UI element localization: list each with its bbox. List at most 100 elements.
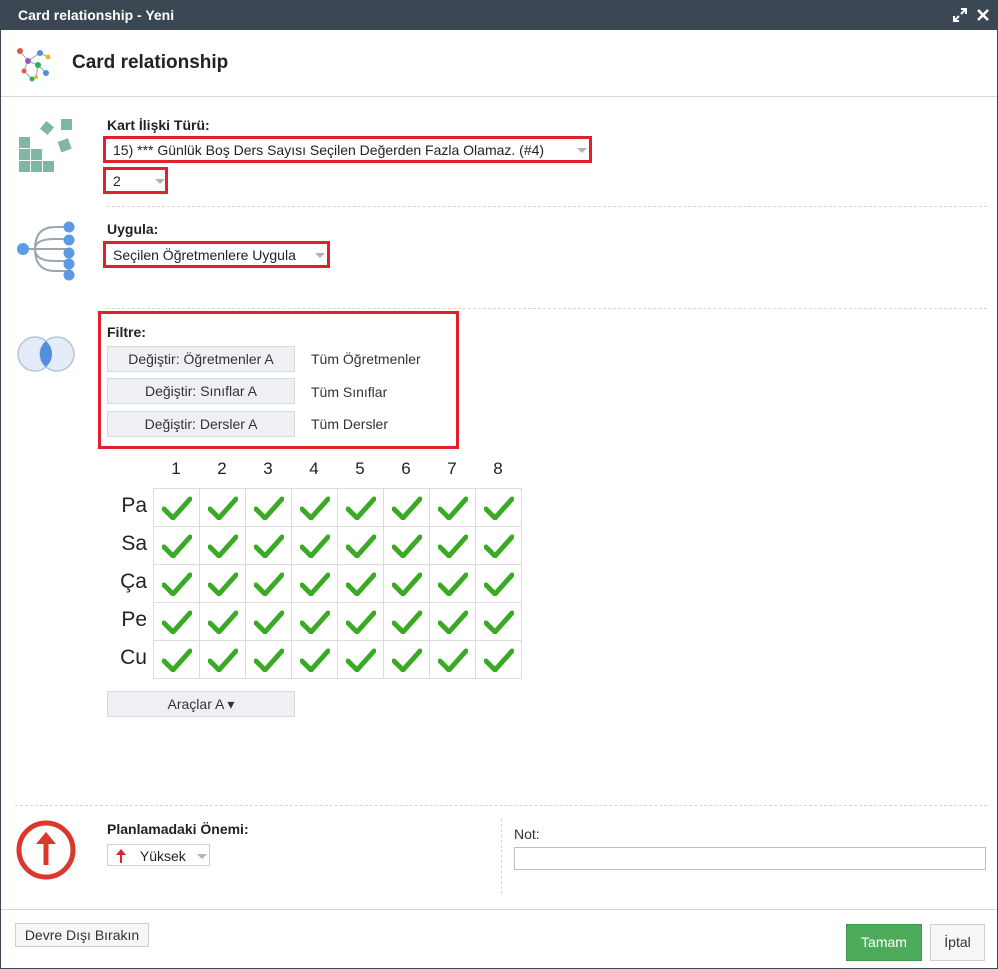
- grid-cell[interactable]: [337, 488, 384, 527]
- maximize-icon[interactable]: [951, 5, 969, 25]
- grid-cell[interactable]: [199, 640, 246, 679]
- check-icon: [253, 648, 284, 672]
- priority-value: Yüksek: [139, 848, 186, 864]
- check-icon: [345, 648, 376, 672]
- grid-cell[interactable]: [429, 602, 476, 641]
- grid-cell[interactable]: [429, 640, 476, 679]
- grid-cell[interactable]: [383, 488, 430, 527]
- grid-cell[interactable]: [383, 602, 430, 641]
- grid-row: [153, 602, 522, 641]
- note-input[interactable]: [514, 847, 986, 870]
- change-classes-button[interactable]: Değiştir: Sınıflar A: [107, 378, 295, 404]
- period-header[interactable]: 7: [429, 459, 475, 479]
- grid-cell[interactable]: [291, 488, 338, 527]
- check-icon: [391, 610, 422, 634]
- disable-button[interactable]: Devre Dışı Bırakın: [15, 923, 149, 947]
- priority-select[interactable]: Yüksek: [107, 844, 210, 866]
- check-icon: [253, 610, 284, 634]
- grid-cell[interactable]: [245, 640, 292, 679]
- filter-label: Filtre:: [107, 324, 146, 340]
- title-bar[interactable]: Card relationship - Yeni: [1, 1, 997, 30]
- grid-cell[interactable]: [153, 488, 200, 527]
- grid-cell[interactable]: [475, 488, 522, 527]
- grid-cell[interactable]: [153, 564, 200, 603]
- grid-cell[interactable]: [199, 564, 246, 603]
- check-icon: [161, 610, 192, 634]
- close-icon[interactable]: [974, 5, 992, 25]
- section-divider: [107, 308, 987, 309]
- day-label[interactable]: Sa: [103, 532, 147, 556]
- grid-cell[interactable]: [337, 602, 384, 641]
- period-header[interactable]: 5: [337, 459, 383, 479]
- check-icon: [207, 534, 238, 558]
- grid-cell[interactable]: [199, 488, 246, 527]
- grid-cell[interactable]: [337, 564, 384, 603]
- check-icon: [207, 496, 238, 520]
- grid-cell[interactable]: [245, 564, 292, 603]
- dialog-window: Card relationship - Yeni Card relationsh…: [0, 0, 998, 969]
- network-icon: [14, 43, 54, 90]
- grid-cell[interactable]: [383, 526, 430, 565]
- period-header[interactable]: 4: [291, 459, 337, 479]
- grid-cell[interactable]: [291, 564, 338, 603]
- grid-cell[interactable]: [475, 526, 522, 565]
- check-icon: [299, 496, 330, 520]
- grid-cell[interactable]: [475, 640, 522, 679]
- grid-cell[interactable]: [337, 640, 384, 679]
- grid-cell[interactable]: [153, 640, 200, 679]
- grid-cell[interactable]: [429, 488, 476, 527]
- grid-cell[interactable]: [475, 602, 522, 641]
- check-icon: [253, 572, 284, 596]
- cancel-button[interactable]: İptal: [930, 924, 985, 961]
- grid-cell[interactable]: [383, 564, 430, 603]
- day-label[interactable]: Ça: [103, 570, 147, 594]
- grid-cell[interactable]: [245, 488, 292, 527]
- grid-row: [153, 488, 522, 527]
- check-icon: [391, 648, 422, 672]
- day-label[interactable]: Pe: [103, 608, 147, 632]
- grid-cell[interactable]: [153, 602, 200, 641]
- check-icon: [345, 610, 376, 634]
- subjects-filter-value: Tüm Dersler: [311, 416, 389, 432]
- cards-icon: [17, 117, 77, 182]
- check-icon: [437, 572, 468, 596]
- day-label[interactable]: Cu: [103, 646, 147, 670]
- period-header[interactable]: 8: [475, 459, 521, 479]
- grid-cell[interactable]: [429, 564, 476, 603]
- period-header[interactable]: 6: [383, 459, 429, 479]
- day-label[interactable]: Pa: [103, 494, 147, 518]
- check-icon: [345, 496, 376, 520]
- check-icon: [391, 534, 422, 558]
- window-title: Card relationship - Yeni: [18, 7, 175, 23]
- grid-cell[interactable]: [429, 526, 476, 565]
- period-header[interactable]: 2: [199, 459, 245, 479]
- grid-cell[interactable]: [475, 564, 522, 603]
- grid-cell[interactable]: [383, 640, 430, 679]
- check-icon: [483, 496, 514, 520]
- grid-cell[interactable]: [291, 526, 338, 565]
- grid-cell[interactable]: [291, 602, 338, 641]
- highlight-box: [103, 136, 592, 163]
- change-subjects-button[interactable]: Değiştir: Dersler A: [107, 411, 295, 437]
- grid-cell[interactable]: [245, 602, 292, 641]
- change-teachers-button[interactable]: Değiştir: Öğretmenler A: [107, 346, 295, 372]
- check-icon: [207, 648, 238, 672]
- ok-button[interactable]: Tamam: [846, 924, 922, 961]
- arrow-up-circle-icon: [15, 819, 77, 886]
- grid-cell[interactable]: [291, 640, 338, 679]
- tree-icon: [15, 219, 77, 286]
- check-icon: [483, 610, 514, 634]
- section-divider: [15, 805, 987, 806]
- period-header[interactable]: 3: [245, 459, 291, 479]
- period-header[interactable]: 1: [153, 459, 199, 479]
- venn-icon: [15, 335, 77, 378]
- tools-dropdown-button[interactable]: Araçlar A ▾: [107, 691, 295, 717]
- grid-cell[interactable]: [199, 602, 246, 641]
- grid-cell[interactable]: [153, 526, 200, 565]
- time-grid: [153, 488, 522, 679]
- grid-cell[interactable]: [199, 526, 246, 565]
- check-icon: [161, 534, 192, 558]
- grid-cell[interactable]: [245, 526, 292, 565]
- relation-type-label: Kart İlişki Türü:: [107, 117, 210, 133]
- grid-cell[interactable]: [337, 526, 384, 565]
